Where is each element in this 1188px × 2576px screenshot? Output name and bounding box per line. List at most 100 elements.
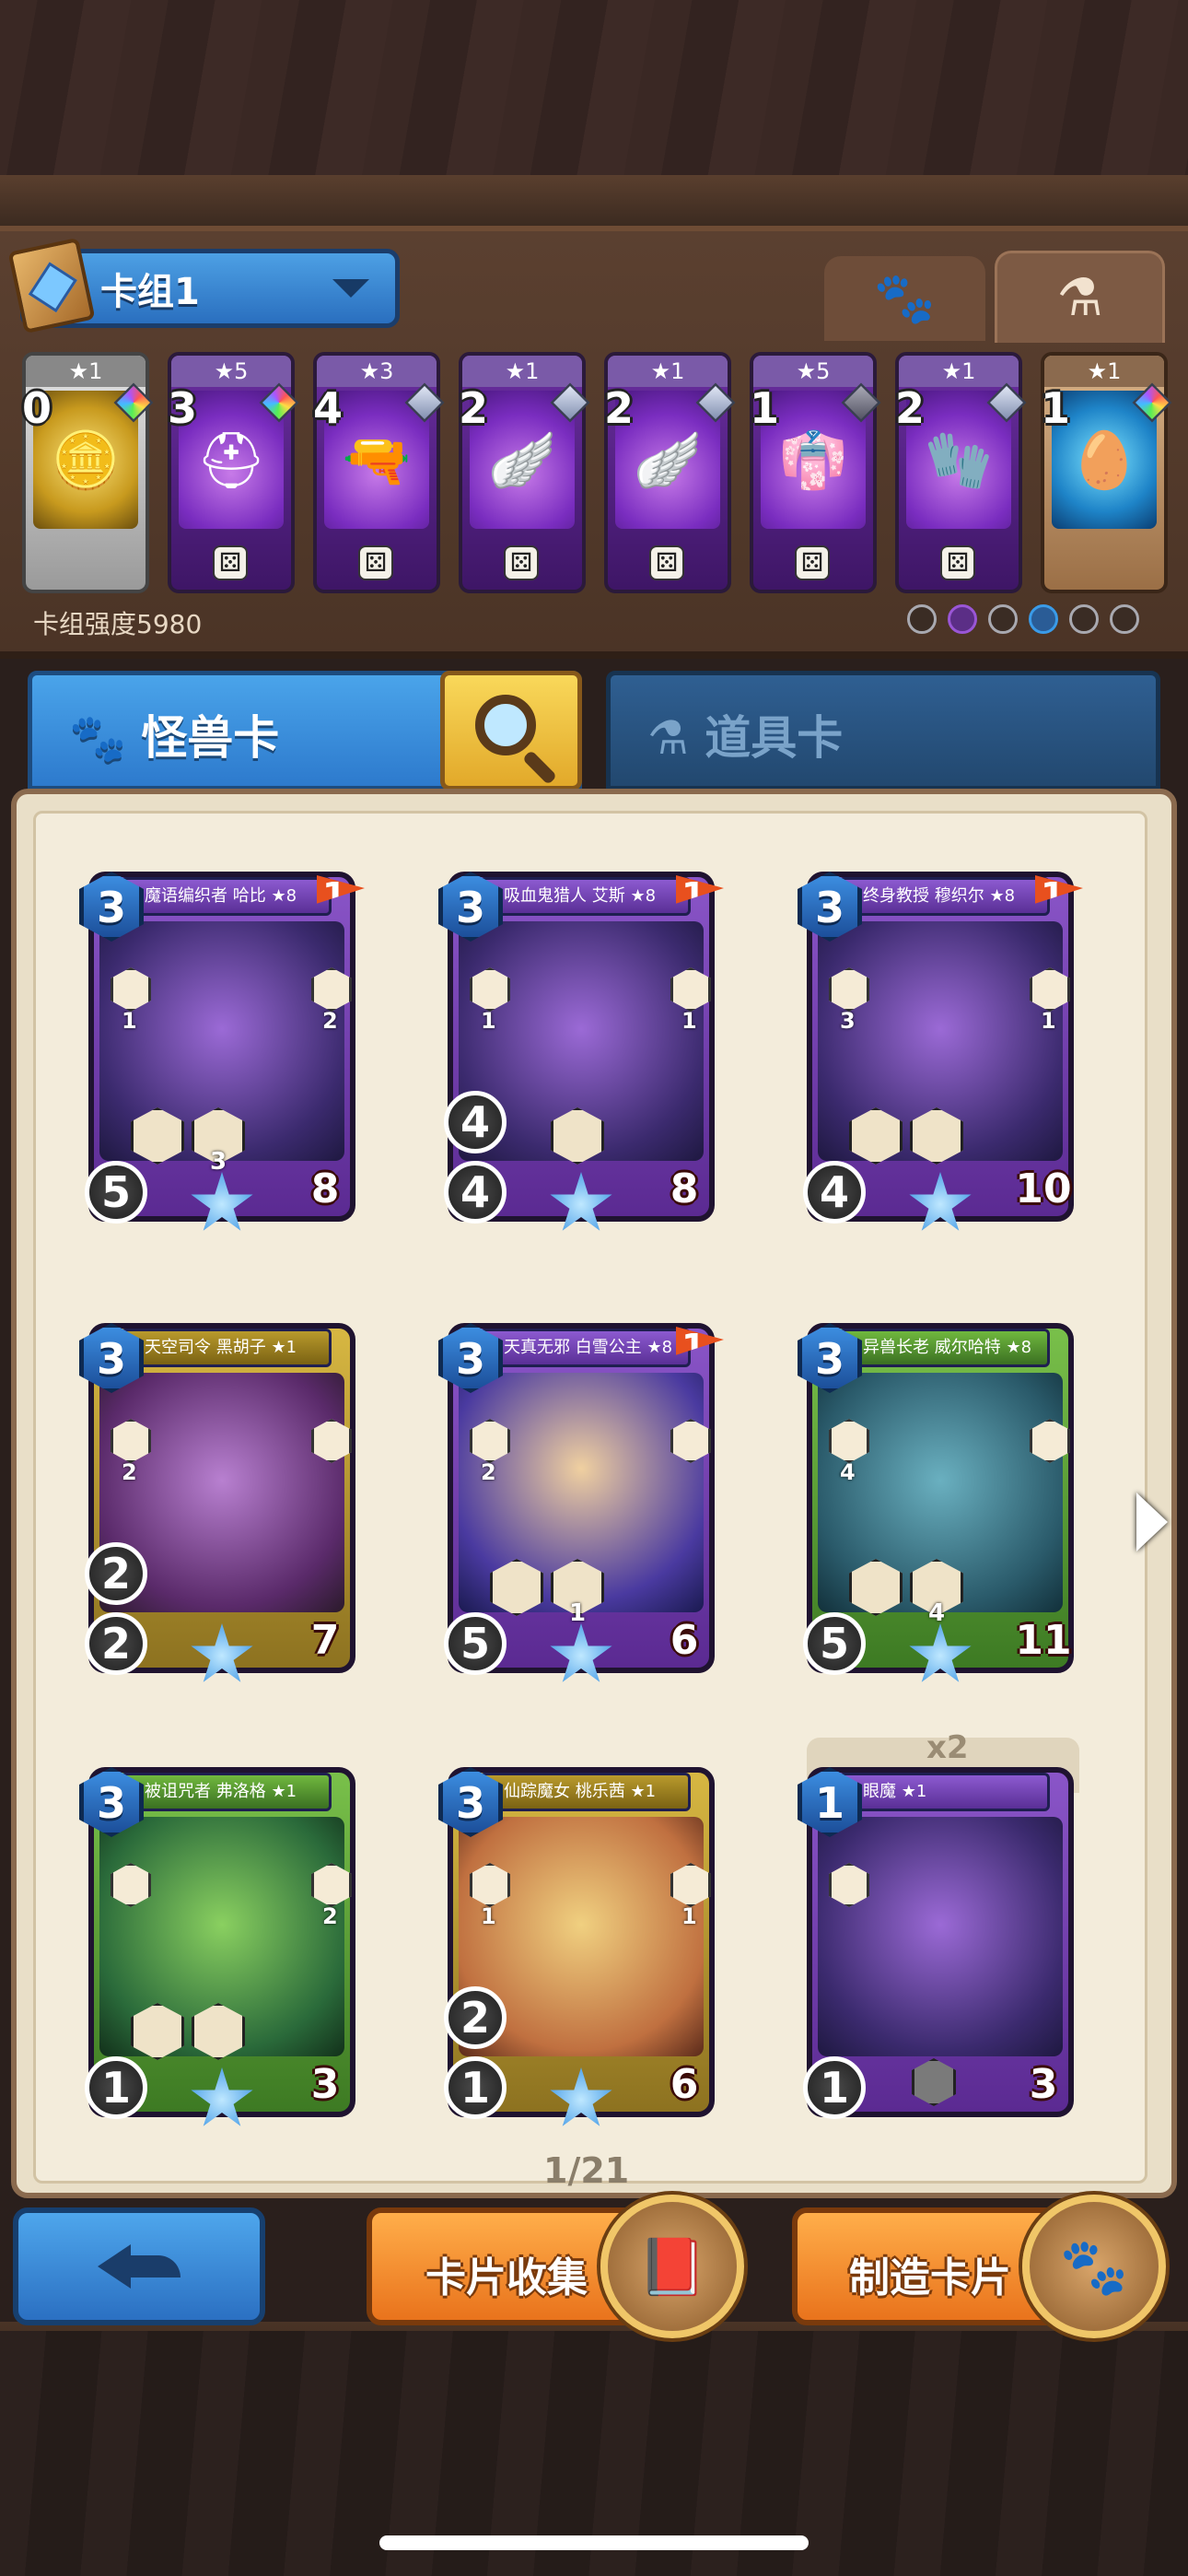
water-element-icon[interactable] xyxy=(1029,604,1058,634)
card-title: 异兽长老 威尔哈特 ★8 xyxy=(838,1329,1050,1367)
search-button[interactable] xyxy=(440,671,582,790)
card-title: 吸血鬼猎人 艾斯 ★8 xyxy=(479,877,691,916)
potion-icon: ⚗ xyxy=(1056,268,1103,328)
card-collection-button[interactable]: 卡片收集 📕 xyxy=(367,2195,744,2338)
left-trait-count: 2 xyxy=(481,1459,496,1485)
dice-icon: ⚄ xyxy=(940,545,975,580)
card-stars: ★1 xyxy=(26,356,146,387)
search-handle xyxy=(521,749,558,786)
card-stars: ★1 xyxy=(608,356,728,387)
card-art xyxy=(818,1817,1063,2056)
dice-icon: ⚄ xyxy=(795,545,830,580)
nature-element-icon[interactable] xyxy=(988,604,1018,634)
card-stars: ★5 xyxy=(753,356,873,387)
card-title: 魔语编织者 哈比 ★8 xyxy=(120,877,332,916)
dice-icon: ⚄ xyxy=(649,545,684,580)
potion-tab[interactable]: ⚗ xyxy=(995,251,1165,343)
paw-icon: 🐾 xyxy=(69,711,127,765)
tab-item-cards[interactable]: ⚗ 道具卡 xyxy=(606,671,1160,790)
deck-card[interactable]: ★1 🧤 2 ⚄ xyxy=(895,352,1027,593)
monster-card[interactable]: 天真无邪 白雪公主 ★8 3 1 2 1 5 6 xyxy=(438,1323,724,1682)
craft-card-label: 制造卡片 xyxy=(849,2254,1011,2301)
skill-count: 4 xyxy=(928,1599,946,1627)
left-trait-count: 1 xyxy=(481,1008,496,1034)
card-cost: 4 xyxy=(313,383,344,433)
page-indicator: 1/21 xyxy=(543,2150,630,2191)
deck-card[interactable]: ★5 👘 1 ⚄ xyxy=(750,352,881,593)
right-trait-count: 1 xyxy=(681,1008,697,1034)
attack-stat: 5 xyxy=(803,1612,866,1675)
monster-card[interactable]: 魔语编织者 哈比 ★8 3 1 1 2 3 5 8 xyxy=(79,872,365,1231)
right-trait-count: 1 xyxy=(681,1903,697,1929)
left-trait-count: 1 xyxy=(481,1903,496,1929)
arcane-element-icon[interactable] xyxy=(948,604,977,634)
right-trait-count: 2 xyxy=(322,1903,338,1929)
card-cost: 3 xyxy=(168,383,198,433)
left-trait-count: 3 xyxy=(840,1008,856,1034)
home-indicator xyxy=(379,2535,809,2550)
health-stat: 11 xyxy=(1006,1610,1081,1680)
card-cost: 2 xyxy=(459,383,489,433)
health-stat: 6 xyxy=(646,2055,722,2125)
skill-count: 3 xyxy=(210,1148,227,1176)
deck-card[interactable]: ★1 🪽 2 ⚄ xyxy=(459,352,590,593)
dice-icon: ⚄ xyxy=(213,545,248,580)
card-title: 眼魔 ★1 xyxy=(838,1773,1050,1811)
neutral-element-icon[interactable] xyxy=(907,604,937,634)
card-book-icon: 📕 xyxy=(600,2195,744,2338)
monster-card[interactable]: 被诅咒者 弗洛格 ★1 3 2 1 3 xyxy=(79,1767,365,2126)
attack-stat: 4 xyxy=(803,1161,866,1224)
paw-icon: 🐾 xyxy=(873,269,937,327)
attack-stat: 4 xyxy=(444,1161,507,1224)
paw-tab[interactable]: 🐾 xyxy=(824,256,985,341)
card-collection-label: 卡片收集 xyxy=(425,2254,588,2301)
fire-element-icon[interactable] xyxy=(1110,604,1139,634)
skill-count: 1 xyxy=(569,1599,587,1627)
duplicate-count: x2 xyxy=(926,1729,969,1766)
card-stars: ★1 xyxy=(1044,356,1164,387)
speed-stat: 2 xyxy=(444,1986,507,2049)
right-trait-count: 1 xyxy=(1041,1008,1056,1034)
health-stat: 10 xyxy=(1006,1159,1081,1229)
next-page-arrow[interactable] xyxy=(1136,1493,1168,1551)
card-title: 终身教授 穆织尔 ★8 xyxy=(838,877,1050,916)
right-trait-count: 2 xyxy=(322,1008,338,1034)
left-trait-count: 2 xyxy=(122,1459,137,1485)
health-stat: 8 xyxy=(646,1159,722,1229)
deck-card[interactable]: ★1 🪽 2 ⚄ xyxy=(604,352,736,593)
monster-card[interactable]: 异兽长老 威尔哈特 ★8 3 4 4 5 11 xyxy=(798,1323,1083,1682)
beast-element-icon[interactable] xyxy=(1069,604,1099,634)
attack-stat: 1 xyxy=(444,2056,507,2119)
health-stat: 7 xyxy=(287,1610,363,1680)
attack-stat: 1 xyxy=(85,2056,147,2119)
monster-card[interactable]: 眼魔 ★1 1 1 3 xyxy=(798,1767,1083,2126)
deck-selector-dropdown[interactable]: 卡组1 xyxy=(7,237,400,334)
dice-icon: ⚄ xyxy=(358,545,393,580)
card-title: 仙踪魔女 桃乐茜 ★1 xyxy=(479,1773,691,1811)
back-button[interactable] xyxy=(13,2207,265,2325)
potion-jar-icon: 🐾 xyxy=(1022,2195,1166,2338)
monster-card[interactable]: 终身教授 穆织尔 ★8 3 1 3 1 4 10 xyxy=(798,872,1083,1231)
deck-strength: 卡组强度5980 xyxy=(33,609,203,639)
deck-card[interactable]: ★1 🥚 1 xyxy=(1041,352,1172,593)
craft-card-button[interactable]: 制造卡片 🐾 xyxy=(792,2195,1166,2338)
speed-stat: 4 xyxy=(444,1091,507,1153)
card-title: 天真无邪 白雪公主 ★8 xyxy=(479,1329,691,1367)
health-stat: 3 xyxy=(287,2055,363,2125)
card-stars: ★3 xyxy=(317,356,437,387)
attack-stat: 1 xyxy=(803,2056,866,2119)
deck-card[interactable]: ★3 🔫 4 ⚄ xyxy=(313,352,445,593)
health-stat: 8 xyxy=(287,1159,363,1229)
monster-card[interactable]: 吸血鬼猎人 艾斯 ★8 3 1 1 1 4 4 8 xyxy=(438,872,724,1231)
monster-card[interactable]: 天空司令 黑胡子 ★1 3 2 2 2 7 xyxy=(79,1323,365,1682)
tab-item-label: ⚗ 道具卡 xyxy=(647,711,844,765)
deck-card[interactable]: ★1 🪙 0 xyxy=(22,352,154,593)
card-cost: 2 xyxy=(895,383,926,433)
left-trait-count: 1 xyxy=(122,1008,137,1034)
element-filter-icons xyxy=(907,604,1139,634)
deck-card-row: ★1 🪙 0 ★5 ⛑ 3 ⚄ ★3 🔫 4 ⚄ ★1 🪽 2 ⚄ ★1 🪽 2 ⚄ ★5 👘 1 ⚄ ★1 🧤 2 ⚄ ★1 🥚 1 xyxy=(15,352,1175,593)
monster-card[interactable]: 仙踪魔女 桃乐茜 ★1 3 1 1 2 1 6 xyxy=(438,1767,724,2126)
card-cost: 0 xyxy=(22,383,52,433)
search-icon xyxy=(475,695,536,755)
deck-card[interactable]: ★5 ⛑ 3 ⚄ xyxy=(168,352,299,593)
